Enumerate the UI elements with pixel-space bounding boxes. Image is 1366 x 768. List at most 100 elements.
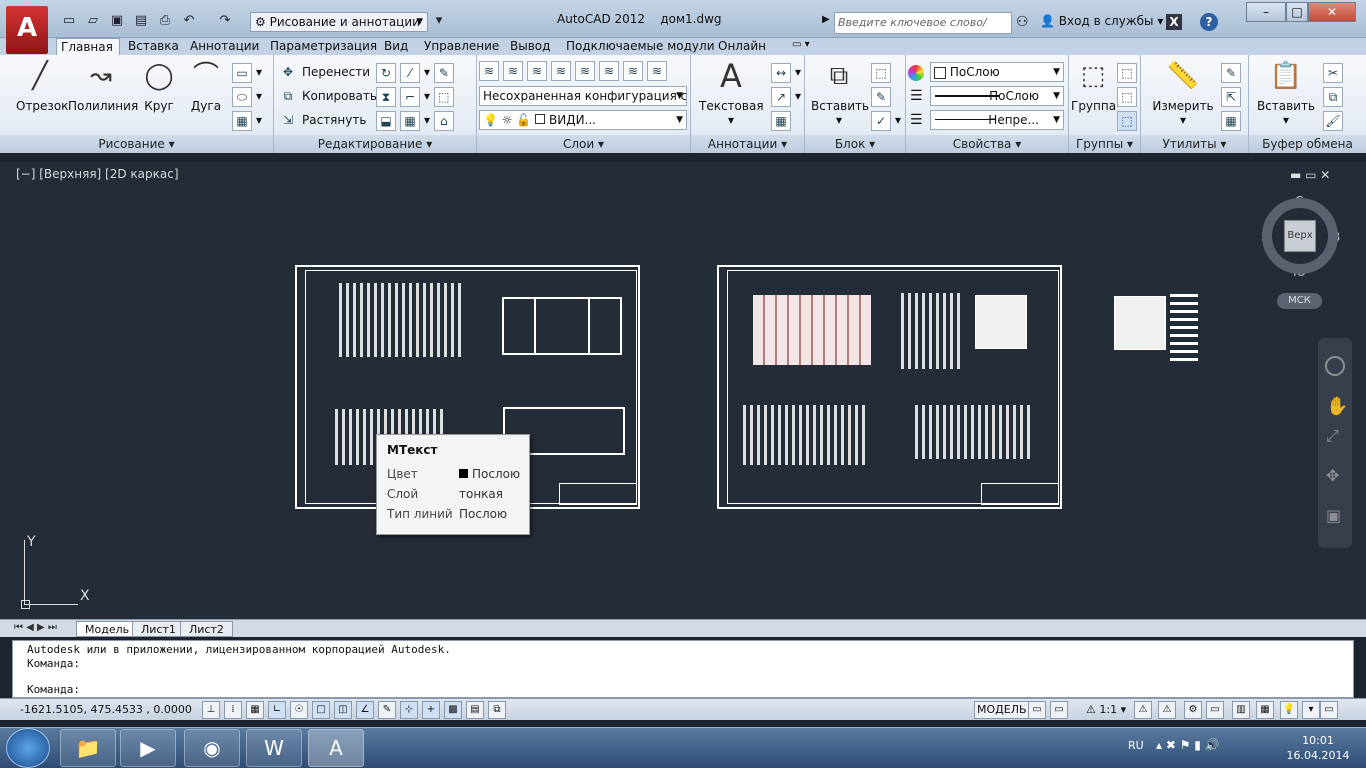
coordinate-readout[interactable]: -1621.5105, 475.4533 , 0.0000 <box>20 703 192 716</box>
quick-view-drawings-icon[interactable]: ▭ <box>1050 701 1068 719</box>
match-properties-tool[interactable]: 🖌 <box>1323 109 1347 131</box>
showmotion-icon[interactable]: ▣ <box>1326 506 1341 525</box>
language-indicator[interactable]: RU <box>1128 739 1144 752</box>
measure-button[interactable]: 📏 Измерить ▾ <box>1151 61 1215 127</box>
erase-icon[interactable]: ✎ <box>433 62 454 83</box>
ungroup-tool[interactable]: ⬚ <box>1117 61 1141 83</box>
word-icon[interactable]: W <box>246 729 302 767</box>
hardware-accel-icon[interactable]: ▥ <box>1232 701 1250 719</box>
layer-unisolate-icon[interactable]: ≋ <box>551 60 571 81</box>
expand-search-icon[interactable]: ▶ <box>822 14 830 25</box>
help-icon[interactable]: ? <box>1200 13 1218 31</box>
tab-home[interactable]: Главная <box>56 38 120 55</box>
3dosnap-icon[interactable]: ◫ <box>334 701 352 719</box>
viewport-label[interactable]: [−] [Верхняя] [2D каркас] <box>16 167 179 181</box>
tab-model[interactable]: Модель <box>76 621 139 637</box>
move-button[interactable]: ✥ Перенести <box>278 61 370 83</box>
panel-groups-title[interactable]: Группы ▾ <box>1069 135 1140 153</box>
osnap-icon[interactable]: □ <box>312 701 330 719</box>
command-prompt[interactable]: Команда: <box>27 683 80 696</box>
close-button[interactable]: ✕ <box>1308 2 1356 22</box>
model-space-button[interactable]: МОДЕЛЬ <box>974 701 1030 719</box>
linetype-dropdown[interactable]: Непре... ▼ <box>930 110 1064 130</box>
new-icon[interactable]: ▭ <box>60 12 78 30</box>
rectangle-tool[interactable]: ▭ ▾ <box>232 61 262 83</box>
loose-legend-drawing[interactable] <box>1114 296 1166 350</box>
layer-state-dropdown[interactable]: Несохраненная конфигурация сло ▼ <box>479 86 687 106</box>
tab-insert[interactable]: Вставка <box>124 38 183 55</box>
panel-properties-title[interactable]: Свойства ▾ <box>906 135 1068 153</box>
fillet-icon[interactable]: ⌐ <box>400 86 420 107</box>
hatch-tool[interactable]: ▦ ▾ <box>232 109 262 131</box>
pan-icon[interactable]: ✋ <box>1326 396 1348 417</box>
group-select-tool[interactable]: ⬚ <box>1117 109 1141 131</box>
table-tool[interactable]: ▦ <box>771 109 795 131</box>
tab-output[interactable]: Вывод <box>506 38 554 55</box>
tab-annotate[interactable]: Аннотации <box>186 38 263 55</box>
otrack-icon[interactable]: ∠ <box>356 701 374 719</box>
lineweight-toggle-icon[interactable]: + <box>422 701 440 719</box>
polar-icon[interactable]: ☉ <box>290 701 308 719</box>
tab-view[interactable]: Вид <box>380 38 412 55</box>
tray-icons[interactable]: ▴ ✖ ⚑ ▮ 🔊 <box>1156 738 1220 752</box>
layer-off-icon[interactable]: ≋ <box>599 60 619 81</box>
scale-icon[interactable]: ⬓ <box>376 110 396 131</box>
group-button[interactable]: ⬚ Группа <box>1071 61 1116 113</box>
calculator-tool[interactable]: ▦ <box>1221 109 1245 131</box>
clean-screen-icon[interactable]: ▭ <box>1320 701 1338 719</box>
status-menu-icon[interactable]: ▾ <box>1302 701 1320 719</box>
snap-icon[interactable]: ⁞ <box>224 701 242 719</box>
orbit-icon[interactable]: ✥ <box>1326 466 1339 485</box>
line-button[interactable]: ╱ Отрезок <box>16 61 68 113</box>
quick-view-layouts-icon[interactable]: ▭ <box>1028 701 1046 719</box>
autoscale-icon[interactable]: ⚠ <box>1158 701 1176 719</box>
start-button[interactable] <box>6 728 50 768</box>
panel-annotation-title[interactable]: Аннотации ▾ <box>691 135 804 153</box>
transparency-icon[interactable]: ▩ <box>444 701 462 719</box>
text-button[interactable]: A Текстовая ▾ <box>699 60 764 127</box>
tab-scroll-icons[interactable]: ⏮ ◀ ▶ ⏭ <box>14 622 57 633</box>
minimize-button[interactable]: – <box>1246 2 1286 22</box>
panel-draw-title[interactable]: Рисование ▾ <box>0 135 273 153</box>
polyline-button[interactable]: ↝ Полилиния <box>68 61 138 113</box>
layer-properties-icon[interactable]: ≋ <box>479 60 499 81</box>
drawing-sheet-2[interactable] <box>717 265 1062 509</box>
search-input[interactable]: Введите ключевое слово/фразу <box>834 12 1012 49</box>
rotate-icon[interactable]: ↻ <box>376 62 396 83</box>
zoom-icon[interactable]: ⤢ <box>1326 426 1339 446</box>
layer-dropdown[interactable]: 💡 ☼ 🔓 ВИДИ... ▼ <box>479 110 687 130</box>
chrome-icon[interactable]: ◉ <box>184 729 240 767</box>
binoculars-icon[interactable]: ⚇ <box>1016 14 1029 30</box>
mirror-icon[interactable]: ⧗ <box>376 86 396 107</box>
redo-icon[interactable]: ↷ <box>216 12 234 30</box>
ucs-menu-button[interactable]: МСК <box>1277 293 1322 309</box>
dyn-icon[interactable]: ⊹ <box>400 701 418 719</box>
autocad-logo[interactable]: A <box>6 6 48 54</box>
open-icon[interactable]: ▱ <box>84 12 102 30</box>
panel-modify-title[interactable]: Редактирование ▾ <box>274 135 476 153</box>
print-icon[interactable]: ⎙ <box>156 12 174 30</box>
layer-walk-icon[interactable]: ≋ <box>647 60 667 81</box>
tab-layout2[interactable]: Лист2 <box>180 621 233 637</box>
layer-iso-icon[interactable]: ≋ <box>527 60 547 81</box>
copy-clip-tool[interactable]: ⧉ <box>1323 85 1347 107</box>
color-dropdown[interactable]: ПоСлою ▼ <box>930 62 1064 82</box>
create-block-tool[interactable]: ⬚ <box>871 61 895 83</box>
tab-online[interactable]: Онлайн <box>714 38 770 55</box>
copy-button[interactable]: ⧉ Копировать <box>278 85 377 107</box>
infer-constraints-icon[interactable]: ⊥ <box>202 701 220 719</box>
trim-icon[interactable]: ⁄ <box>400 62 420 83</box>
array-icon[interactable]: ▦ <box>400 110 420 131</box>
offset-icon[interactable]: ⌂ <box>433 110 454 131</box>
maximize-button[interactable]: □ <box>1286 2 1308 22</box>
group-edit-tool[interactable]: ⬚ <box>1117 85 1141 107</box>
tab-manage[interactable]: Управление <box>420 38 503 55</box>
workspace-switch-icon[interactable]: ⚙ <box>1184 701 1202 719</box>
layer-freeze-icon[interactable]: ≋ <box>575 60 595 81</box>
tab-plugins[interactable]: Подключаемые модули <box>562 38 719 55</box>
panel-utilities-title[interactable]: Утилиты ▾ <box>1141 135 1248 153</box>
leader-tool[interactable]: ↗ ▾ <box>771 85 801 107</box>
edit-block-tool[interactable]: ✎ <box>871 85 895 107</box>
selection-cycling-icon[interactable]: ⧉ <box>488 701 506 719</box>
lock-ui-icon[interactable]: ▭ <box>1206 701 1224 719</box>
